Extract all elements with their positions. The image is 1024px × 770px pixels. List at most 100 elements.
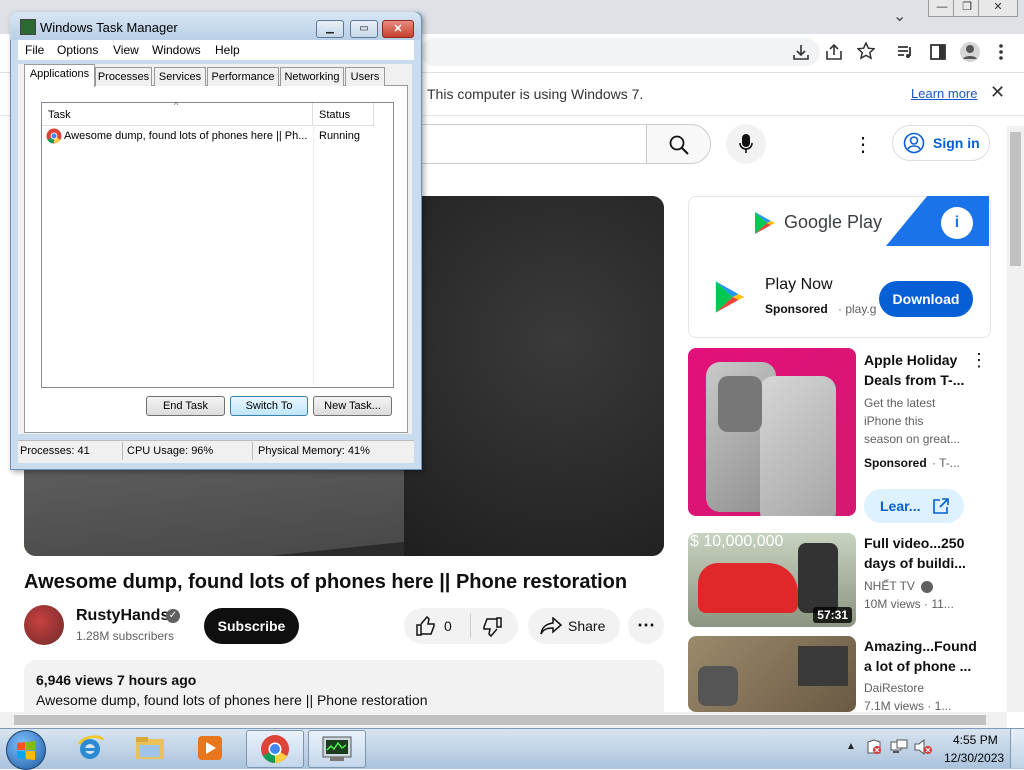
more-actions-button[interactable]: ⋯ (628, 608, 664, 644)
ad-title[interactable]: Play Now (765, 276, 833, 294)
tray-clock-time[interactable]: 4:55 PM (953, 733, 998, 747)
ad-sponsored-label: Sponsored (765, 302, 828, 316)
table-row[interactable]: Awesome dump, found lots of phones here … (42, 127, 372, 145)
settings-menu-icon[interactable]: ⋮ (852, 132, 874, 156)
video-title: Awesome dump, found lots of phones here … (24, 571, 628, 593)
horizontal-scrollbar-thumb[interactable] (14, 715, 986, 725)
channel-name[interactable]: RustyHands (76, 607, 169, 625)
task-manager-icon (322, 736, 352, 761)
like-dislike-group: 0 (404, 608, 518, 644)
tm-menu-options[interactable]: Options (57, 43, 98, 57)
views-and-time: 6,946 views 7 hours ago (36, 672, 197, 688)
tm-menu-file[interactable]: File (25, 43, 44, 57)
taskbar-task-manager[interactable] (308, 730, 366, 768)
ad-download-button[interactable]: Download (879, 281, 973, 317)
infobar-close-icon[interactable]: ✕ (990, 82, 1005, 103)
verified-icon: ✓ (166, 609, 180, 623)
share-icon[interactable] (825, 43, 843, 61)
tab-users[interactable]: Users (345, 67, 385, 86)
tray-clock-date[interactable]: 12/30/2023 (944, 751, 1004, 765)
column-header-task[interactable]: Task ^ (42, 100, 313, 126)
end-task-button[interactable]: End Task (146, 396, 225, 416)
menu-icon[interactable] (998, 43, 1004, 61)
subscribe-button[interactable]: Subscribe (204, 608, 299, 644)
tm-menu-windows[interactable]: Windows (152, 43, 201, 57)
recommendation-channel[interactable]: DaiRestore (864, 681, 924, 695)
taskbar-explorer[interactable] (122, 730, 178, 766)
recommendation-thumbnail[interactable] (688, 636, 856, 712)
recommendation-title[interactable]: Full video...250 days of buildi... (864, 533, 974, 573)
description-box[interactable] (24, 660, 664, 720)
tab-performance[interactable]: Performance (207, 67, 279, 86)
network-icon[interactable] (890, 739, 908, 755)
star-icon[interactable] (857, 42, 875, 60)
account-icon (903, 132, 925, 154)
browser-minimize-button[interactable]: — (928, 0, 956, 17)
sidepanel-icon[interactable] (929, 43, 947, 61)
column-header-status-label: Status (319, 109, 351, 121)
apple-ad-thumbnail[interactable] (688, 348, 856, 516)
tab-services[interactable]: Services (154, 67, 206, 86)
camera-module-image (718, 376, 762, 432)
external-link-icon (933, 498, 949, 514)
recommendation-meta: 7.1M views · 1... (864, 699, 952, 713)
media-icon[interactable] (896, 43, 914, 61)
tm-menu-view[interactable]: View (113, 43, 139, 57)
search-input[interactable] (421, 124, 648, 164)
apple-ad-title[interactable]: Apple Holiday Deals from T-... (864, 350, 974, 390)
red-car-image (698, 563, 798, 613)
column-header-status[interactable]: Status (313, 103, 374, 126)
tab-processes[interactable]: Processes (95, 67, 152, 86)
like-icon[interactable] (416, 616, 438, 636)
media-player-icon (198, 736, 222, 760)
learn-more-link[interactable]: Learn more (911, 86, 977, 101)
tab-search-icon[interactable]: ⌄ (893, 6, 906, 26)
search-button[interactable] (646, 124, 711, 164)
volume-muted-icon[interactable] (914, 739, 932, 755)
tab-applications[interactable]: Applications (24, 64, 95, 87)
recommendation-channel-name: NHẾT TV (864, 579, 915, 593)
taskbar-media-player[interactable] (182, 730, 238, 766)
tm-menu-help[interactable]: Help (215, 43, 240, 57)
tm-maximize-button[interactable]: ▭ (350, 20, 378, 38)
show-desktop-button[interactable] (1010, 729, 1024, 768)
recommendation-thumbnail[interactable]: $ 10,000,000 57:31 (688, 533, 856, 627)
start-button[interactable] (6, 730, 46, 770)
recommendation-title[interactable]: Amazing...Found a lot of phone ... (864, 636, 977, 676)
tm-minimize-button[interactable]: ▁ (316, 20, 344, 38)
tm-close-button[interactable]: ✕ (382, 20, 414, 38)
description-text: Awesome dump, found lots of phones here … (36, 692, 428, 708)
voice-search-button[interactable] (726, 124, 766, 164)
infobar-message: This computer is using Windows 7. (427, 86, 644, 102)
vertical-scrollbar-thumb[interactable] (1010, 132, 1021, 266)
download-icon[interactable] (792, 43, 810, 61)
channel-avatar[interactable] (24, 605, 64, 645)
new-task-button[interactable]: New Task... (313, 396, 392, 416)
apple-ad-sponsored-label: Sponsored (864, 456, 927, 470)
action-center-icon[interactable] (866, 739, 882, 755)
address-bar[interactable] (420, 38, 820, 66)
ad-info-icon[interactable]: i (941, 207, 973, 239)
task-manager-title: Windows Task Manager (40, 20, 178, 35)
iphone-front-image (760, 376, 836, 516)
switch-to-button[interactable]: Switch To (230, 396, 308, 416)
show-hidden-icons[interactable]: ▲ (846, 741, 856, 752)
tab-networking[interactable]: Networking (280, 67, 344, 86)
subscriber-count: 1.28M subscribers (76, 629, 175, 643)
sign-in-button[interactable]: Sign in (892, 125, 990, 161)
windows-logo-icon (17, 741, 35, 760)
share-button[interactable]: Share (528, 608, 620, 644)
apple-ad-learn-button[interactable]: Lear... (864, 489, 964, 523)
browser-restore-button[interactable]: ❐ (953, 0, 981, 17)
taskbar-ie[interactable] (62, 730, 118, 766)
like-count: 0 (444, 618, 452, 634)
taskbar-chrome[interactable] (246, 730, 304, 768)
profile-icon[interactable] (959, 41, 981, 63)
browser-close-button[interactable]: ✕ (978, 0, 1018, 17)
apple-ad-menu-icon[interactable]: ⋮ (970, 350, 988, 371)
verified-icon (921, 580, 934, 593)
dislike-icon[interactable] (482, 617, 502, 637)
explorer-icon (136, 737, 164, 759)
recommendation-channel[interactable]: NHẾT TV (864, 579, 934, 593)
more-icon: ⋯ (637, 615, 655, 635)
